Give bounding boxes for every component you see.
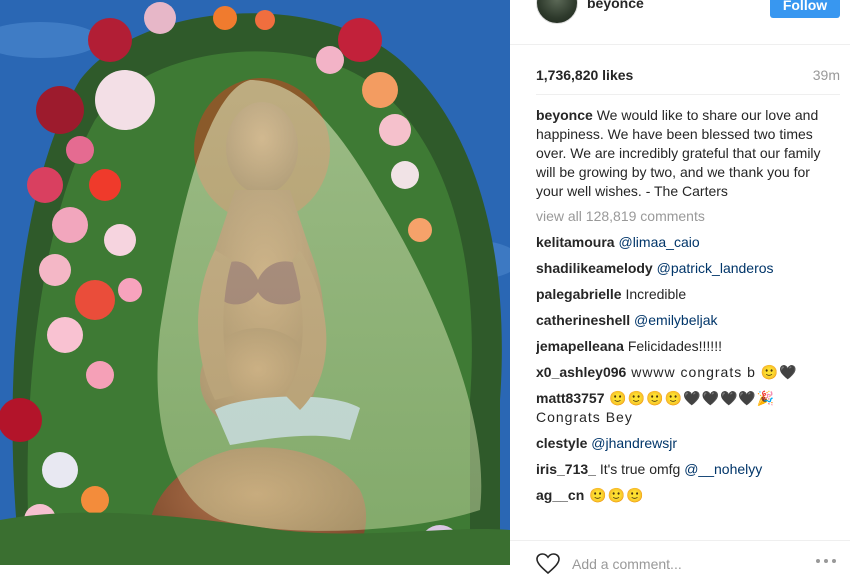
comment-username[interactable]: iris_713_ — [536, 461, 596, 477]
comment-text: It's true omfg — [595, 461, 685, 477]
comment-mention[interactable]: @patrick_landeros — [657, 260, 774, 276]
likes-count[interactable]: 1,736,820 likes — [536, 67, 633, 83]
comment-username[interactable]: clestyle — [536, 435, 587, 451]
comment-item: jemapelleana Felicidades!!!!!! — [536, 337, 836, 356]
comments-list[interactable]: beyonce We would like to share our love … — [536, 106, 836, 526]
comment-username[interactable]: palegabrielle — [536, 286, 622, 302]
view-all-comments-link[interactable]: view all 128,819 comments — [536, 207, 836, 226]
comment-text: 🙂🙂🙂 — [584, 487, 645, 503]
comment-text: Felicidades!!!!!! — [623, 338, 722, 354]
post-time[interactable]: 39m — [813, 67, 840, 83]
post-photo[interactable] — [0, 0, 510, 565]
author-username[interactable]: beyonce — [587, 0, 644, 11]
comment-item: shadilikeamelody @patrick_landeros — [536, 259, 836, 278]
follow-button[interactable]: Follow — [770, 0, 840, 18]
comment-username[interactable]: ag__cn — [536, 487, 584, 503]
comment-item: palegabrielle Incredible — [536, 285, 836, 304]
comment-item: x0_ashley096 wwww congrats b 🙂🖤 — [536, 363, 836, 382]
post-stats: 1,736,820 likes 39m — [536, 64, 840, 86]
post-caption: beyonce We would like to share our love … — [536, 106, 836, 201]
comment-username[interactable]: kelitamoura — [536, 234, 615, 250]
comment-text: Incredible — [621, 286, 687, 302]
comment-mention[interactable]: @emilybeljak — [634, 312, 717, 328]
post-header: beyonce Follow — [510, 0, 850, 45]
comment-item: clestyle @jhandrewsjr — [536, 434, 836, 453]
comment-username[interactable]: x0_ashley096 — [536, 364, 626, 380]
post-side-panel: beyonce Follow 1,736,820 likes 39m beyon… — [510, 0, 850, 575]
add-comment-input[interactable] — [572, 553, 792, 575]
caption-username[interactable]: beyonce — [536, 107, 593, 123]
comment-username[interactable]: shadilikeamelody — [536, 260, 653, 276]
comment-username[interactable]: matt83757 — [536, 390, 605, 406]
comment-text: wwww congrats b 🙂🖤 — [626, 364, 798, 380]
comment-item: kelitamoura @limaa_caio — [536, 233, 836, 252]
profile-avatar[interactable] — [536, 0, 578, 24]
comment-username[interactable]: catherineshell — [536, 312, 630, 328]
comment-item: ag__cn 🙂🙂🙂 — [536, 486, 836, 505]
comment-mention[interactable]: @__nohelyy — [684, 461, 762, 477]
heart-icon[interactable] — [536, 553, 560, 575]
comment-item: iris_713_ It's true omfg @__nohelyy — [536, 460, 836, 479]
comment-mention[interactable]: @jhandrewsjr — [591, 435, 677, 451]
comment-username[interactable]: jemapelleana — [536, 338, 624, 354]
comment-mention[interactable]: @limaa_caio — [618, 234, 699, 250]
divider — [536, 94, 840, 95]
photo-illustration — [0, 0, 510, 565]
more-options-icon[interactable] — [816, 559, 838, 565]
add-comment-bar — [510, 540, 850, 575]
comment-item: matt83757 🙂🙂🙂🙂🖤🖤🖤🖤🎉 Congrats Bey — [536, 389, 836, 427]
comment-item: catherineshell @emilybeljak — [536, 311, 836, 330]
